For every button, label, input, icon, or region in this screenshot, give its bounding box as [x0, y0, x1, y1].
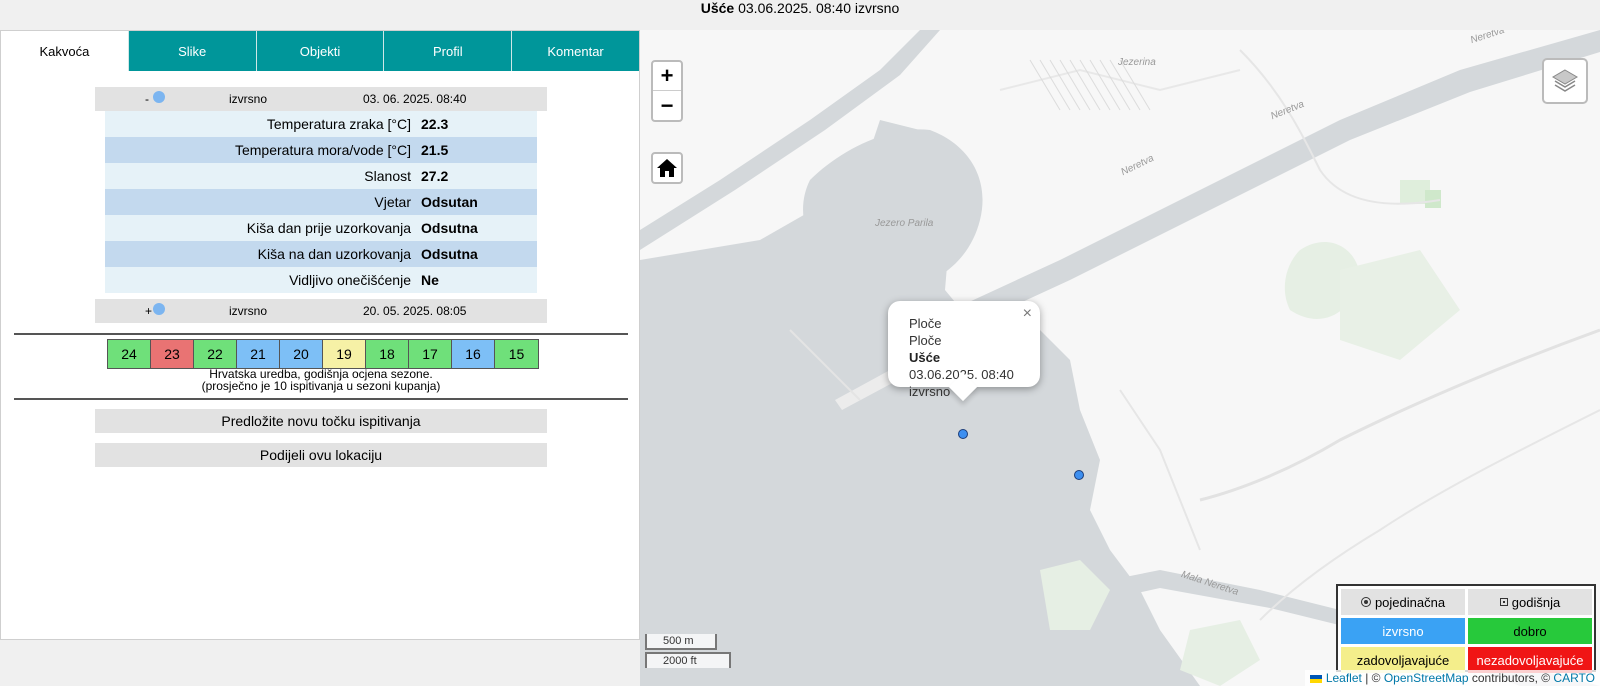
param-value: 22.3	[421, 116, 449, 132]
tab-bar: Kakvoća Slike Objekti Profil Komentar	[1, 31, 639, 71]
legend-good: dobro	[1468, 618, 1592, 644]
divider	[14, 333, 628, 335]
season-box[interactable]: 16	[452, 340, 495, 368]
tab-kakvoca[interactable]: Kakvoća	[1, 31, 128, 71]
season-box[interactable]: 24	[108, 340, 151, 368]
status-dot-icon	[153, 91, 165, 103]
season-box[interactable]: 15	[495, 340, 538, 368]
tab-objekti[interactable]: Objekti	[255, 31, 384, 71]
param-value: 21.5	[421, 142, 449, 158]
param-row: Kiša dan prije uzorkovanja Odsutna	[105, 215, 537, 241]
popup-datetime: 03.06.2025. 08:40	[909, 367, 1014, 382]
param-row: Temperatura zraka [°C] 22.3	[105, 111, 537, 137]
measurement-status: izvrsno	[229, 92, 268, 106]
header-status: izvrsno	[854, 0, 900, 16]
scale-metric: 500 m	[645, 634, 717, 650]
tab-slike[interactable]: Slike	[127, 31, 256, 71]
param-value: Odsutan	[421, 194, 478, 210]
param-value: Odsutna	[421, 246, 478, 262]
param-label: Temperatura mora/vode [°C]	[234, 142, 411, 158]
zoom-control: + −	[651, 60, 683, 122]
home-icon	[657, 159, 677, 177]
param-value: Ne	[421, 272, 439, 288]
measurement-status: izvrsno	[229, 304, 268, 318]
leaflet-link[interactable]: Leaflet	[1326, 671, 1362, 685]
param-label: Slanost	[364, 168, 411, 184]
header-datetime: 03.06.2025. 08:40	[738, 0, 851, 16]
legend-single[interactable]: pojedinačna	[1341, 589, 1465, 615]
home-button[interactable]	[651, 152, 683, 184]
param-row: Kiša na dan uzorkovanja Odsutna	[105, 241, 537, 267]
status-dot-icon	[153, 303, 165, 315]
layers-icon	[1552, 69, 1578, 92]
season-box[interactable]: 19	[323, 340, 366, 368]
popup-location-name: Ušće	[909, 350, 941, 365]
measurement-date: 20. 05. 2025. 08:05	[363, 304, 467, 318]
osm-link[interactable]: OpenStreetMap	[1384, 671, 1469, 685]
param-row: Vidljivo onečišćenje Ne	[105, 267, 537, 293]
attribution-contrib: contributors, ©	[1468, 671, 1554, 685]
map-attribution: Leaflet | © OpenStreetMap contributors, …	[1305, 670, 1600, 686]
param-row: Slanost 27.2	[105, 163, 537, 189]
season-box[interactable]: 23	[151, 340, 194, 368]
map-marker-selected[interactable]	[958, 429, 968, 439]
zoom-out-button[interactable]: −	[653, 91, 681, 120]
carto-link[interactable]: CARTO	[1553, 671, 1595, 685]
legend-single-label: pojedinačna	[1374, 594, 1446, 610]
season-ratings: 24 23 22 21 20 19 18 17 16 15	[107, 339, 539, 369]
attribution-sep: | ©	[1361, 671, 1384, 685]
location-popup: × Ploče Ploče Ušće 03.06.2025. 08:40 izv…	[888, 301, 1040, 402]
season-note-line2: (prosječno je 10 ispitivanja u sezoni ku…	[201, 379, 441, 393]
param-value: Odsutna	[421, 220, 478, 236]
expand-toggle[interactable]: +	[145, 304, 152, 318]
map-label-jezerina: Jezerina	[1118, 57, 1156, 68]
zoom-in-button[interactable]: +	[653, 62, 681, 91]
popup-line2: Ploče	[909, 333, 942, 348]
param-label: Kiša dan prije uzorkovanja	[246, 220, 411, 236]
param-row: Temperatura mora/vode [°C] 21.5	[105, 137, 537, 163]
season-note: Hrvatska uredba, godišnja ocjena sezone.…	[14, 368, 628, 392]
legend-excellent: izvrsno	[1341, 618, 1465, 644]
season-box[interactable]: 20	[280, 340, 323, 368]
param-label: Temperatura zraka [°C]	[266, 116, 411, 132]
share-location-button[interactable]: Podijeli ovu lokaciju	[95, 443, 547, 467]
param-row: Vjetar Odsutan	[105, 189, 537, 215]
season-box[interactable]: 22	[194, 340, 237, 368]
layers-button[interactable]	[1542, 58, 1588, 104]
legend-annual-label: godišnja	[1511, 594, 1561, 610]
square-icon	[1499, 598, 1508, 606]
param-value: 27.2	[421, 168, 449, 184]
measurement-date: 03. 06. 2025. 08:40	[363, 92, 467, 106]
measurement-header-1[interactable]: - izvrsno 03. 06. 2025. 08:40	[95, 87, 547, 111]
info-panel: Kakvoća Slike Objekti Profil Komentar - …	[0, 30, 640, 640]
popup-line1: Ploče	[909, 316, 942, 331]
map-label-jezero-parila: Jezero Parila	[875, 218, 934, 229]
season-box[interactable]: 17	[409, 340, 452, 368]
scale-imperial: 2000 ft	[645, 652, 731, 668]
measurement-header-2[interactable]: + izvrsno 20. 05. 2025. 08:05	[95, 299, 547, 323]
tab-profil[interactable]: Profil	[383, 31, 512, 71]
legend-annual[interactable]: godišnja	[1468, 589, 1592, 615]
param-label: Vjetar	[374, 194, 411, 210]
map-view[interactable]: Jezerina Jezero Parila Neretva Neretva N…	[640, 30, 1600, 686]
suggest-point-button[interactable]: Predložite novu točku ispitivanja	[95, 409, 547, 433]
page-header: Ušće 03.06.2025. 08:40 izvrsno	[0, 0, 1600, 30]
ukraine-flag-icon	[1310, 674, 1323, 683]
popup-close-icon[interactable]: ×	[1023, 305, 1032, 322]
legend: pojedinačna godišnja izvrsno dobro zadov…	[1336, 584, 1596, 673]
param-label: Vidljivo onečišćenje	[289, 272, 411, 288]
param-label: Kiša na dan uzorkovanja	[257, 246, 411, 262]
radio-icon	[1360, 597, 1371, 607]
season-box[interactable]: 21	[237, 340, 280, 368]
divider	[14, 398, 628, 400]
season-box[interactable]: 18	[366, 340, 409, 368]
map-marker[interactable]	[1074, 470, 1084, 480]
header-location: Ušće	[700, 0, 735, 16]
parameters-table: Temperatura zraka [°C] 22.3 Temperatura …	[105, 111, 537, 293]
collapse-toggle[interactable]: -	[145, 92, 149, 106]
tab-komentar[interactable]: Komentar	[511, 31, 639, 71]
